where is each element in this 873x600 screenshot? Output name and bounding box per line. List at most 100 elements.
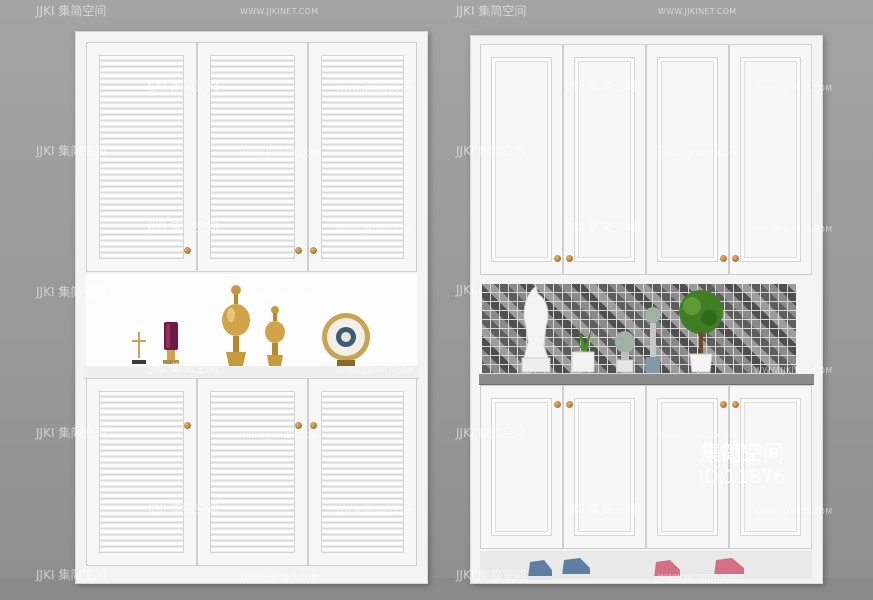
watermark-logo: JJKI: [456, 426, 475, 440]
handle: [732, 255, 739, 262]
watermark-text: 集简空间: [588, 220, 637, 234]
watermark-text: 集简空间: [58, 568, 107, 582]
watermark: JJKI 集简空间: [566, 218, 636, 235]
raised-panel: [491, 57, 552, 262]
right-upper-door-4: [729, 44, 812, 275]
decor-tall-finial: [645, 307, 661, 373]
watermark-url: WWW.JJKINET.COM: [336, 507, 415, 516]
watermark: JJKI 集简空间: [456, 2, 526, 19]
watermark-logo: JJKI: [456, 568, 475, 582]
watermark-text: 集简空间: [170, 220, 219, 234]
watermark-logo: JJKI: [36, 285, 55, 299]
watermark: JJKI 集简空间: [456, 424, 526, 441]
watermark-text: 集简空间: [478, 426, 527, 440]
watermark: WWW.JJKINET.COM: [658, 569, 736, 583]
watermark-url: WWW.JJKINET.COM: [336, 366, 415, 375]
left-lower-door-1: [86, 378, 197, 566]
handle: [566, 255, 573, 262]
watermark: WWW.JJKINET.COM: [336, 503, 414, 517]
louver-panel: [99, 391, 184, 553]
watermark: JJKI 集简空间: [456, 142, 526, 159]
watermark: WWW.JJKINET.COM: [658, 145, 736, 159]
brand-name: 集简空间: [700, 441, 784, 465]
watermark: JJKI 集简空间: [36, 283, 106, 300]
handle: [554, 255, 561, 262]
watermark: WWW.JJKINET.COM: [658, 427, 736, 441]
left-upper-door-3: [308, 42, 417, 272]
right-upper-door-1: [480, 44, 563, 275]
watermark-logo: JJKI: [36, 426, 55, 440]
watermark: JJKI 集简空间: [36, 566, 106, 583]
watermark: WWW.JJKINET.COM: [754, 503, 832, 517]
decor-artichoke-ornament: [615, 331, 635, 373]
left-lower-door-3: [308, 378, 417, 566]
decor-horse-head-sculpture: [521, 286, 551, 373]
louver-panel: [210, 391, 295, 553]
watermark-text: 集简空间: [588, 502, 637, 516]
watermark-url: WWW.JJKINET.COM: [336, 225, 415, 234]
handle: [184, 422, 191, 429]
watermark-url: WWW.JJKINET.COM: [658, 431, 737, 440]
watermark-url: WWW.JJKINET.COM: [240, 431, 319, 440]
watermark-logo: JJKI: [566, 502, 585, 516]
watermark-url: WWW.JJKINET.COM: [754, 366, 833, 375]
watermark: JJKI 集简空间: [148, 359, 218, 376]
watermark-url: WWW.JJKINET.COM: [754, 225, 833, 234]
watermark-url: WWW.JJKINET.COM: [240, 7, 319, 16]
watermark: JJKI 集简空间: [566, 500, 636, 517]
right-lower-door-1: [480, 385, 563, 549]
watermark: WWW.JJKINET.COM: [336, 221, 414, 235]
decor-topiary-plant: [679, 290, 723, 373]
watermark-logo: JJKI: [456, 4, 475, 18]
watermark-text: 集简空间: [58, 426, 107, 440]
watermark: WWW.JJKINET.COM: [754, 221, 832, 235]
watermark: WWW.JJKINET.COM: [240, 3, 318, 17]
watermark: JJKI 集简空间: [36, 2, 106, 19]
decor-gold-finial-small: [265, 306, 285, 366]
watermark-url: WWW.JJKINET.COM: [240, 290, 319, 299]
handle: [566, 401, 573, 408]
watermark: WWW.JJKINET.COM: [240, 427, 318, 441]
watermark-url: WWW.JJKINET.COM: [658, 7, 737, 16]
watermark-text: 集简空间: [58, 4, 107, 18]
handle: [732, 401, 739, 408]
watermark: WWW.JJKINET.COM: [336, 80, 414, 94]
watermark-text: 集简空间: [170, 361, 219, 375]
watermark-url: WWW.JJKINET.COM: [336, 84, 415, 93]
shoe-pair-blue: [528, 558, 590, 580]
watermark-logo: JJKI: [566, 220, 585, 234]
right-lower-door-2: [563, 385, 646, 549]
watermark: WWW.JJKINET.COM: [658, 3, 736, 17]
watermark-logo: JJKI: [456, 283, 475, 297]
watermark: JJKI 集简空间: [566, 77, 636, 94]
watermark-logo: JJKI: [566, 79, 585, 93]
left-lower-door-2: [197, 378, 308, 566]
watermark: JJKI 集简空间: [148, 218, 218, 235]
decor-potted-succulent: [570, 324, 598, 373]
watermark: WWW.JJKINET.COM: [754, 362, 832, 376]
watermark-logo: JJKI: [456, 144, 475, 158]
watermark-url: WWW.JJKINET.COM: [658, 573, 737, 582]
handle: [720, 255, 727, 262]
watermark-text: 集简空间: [588, 79, 637, 93]
watermark: JJKI 集简空间: [456, 566, 526, 583]
watermark: WWW.JJKINET.COM: [336, 362, 414, 376]
right-upper-door-3: [646, 44, 729, 275]
louver-panel: [321, 391, 404, 553]
watermark-url: WWW.JJKINET.COM: [658, 149, 737, 158]
handle: [720, 401, 727, 408]
watermark-logo: JJKI: [148, 361, 167, 375]
watermark-text: 集简空间: [478, 4, 527, 18]
watermark-url: WWW.JJKINET.COM: [754, 84, 833, 93]
watermark-logo: JJKI: [148, 79, 167, 93]
watermark: JJKI 集简空间: [148, 500, 218, 517]
handle: [554, 401, 561, 408]
watermark: JJKI: [456, 283, 475, 297]
watermark-logo: JJKI: [36, 144, 55, 158]
watermark-text: 集简空间: [170, 502, 219, 516]
watermark-text: 集简空间: [58, 285, 107, 299]
watermark-logo: JJKI: [36, 568, 55, 582]
watermark: JJKI 集简空间: [148, 77, 218, 94]
watermark-text: 集简空间: [478, 568, 527, 582]
watermark-logo: JJKI: [36, 4, 55, 18]
